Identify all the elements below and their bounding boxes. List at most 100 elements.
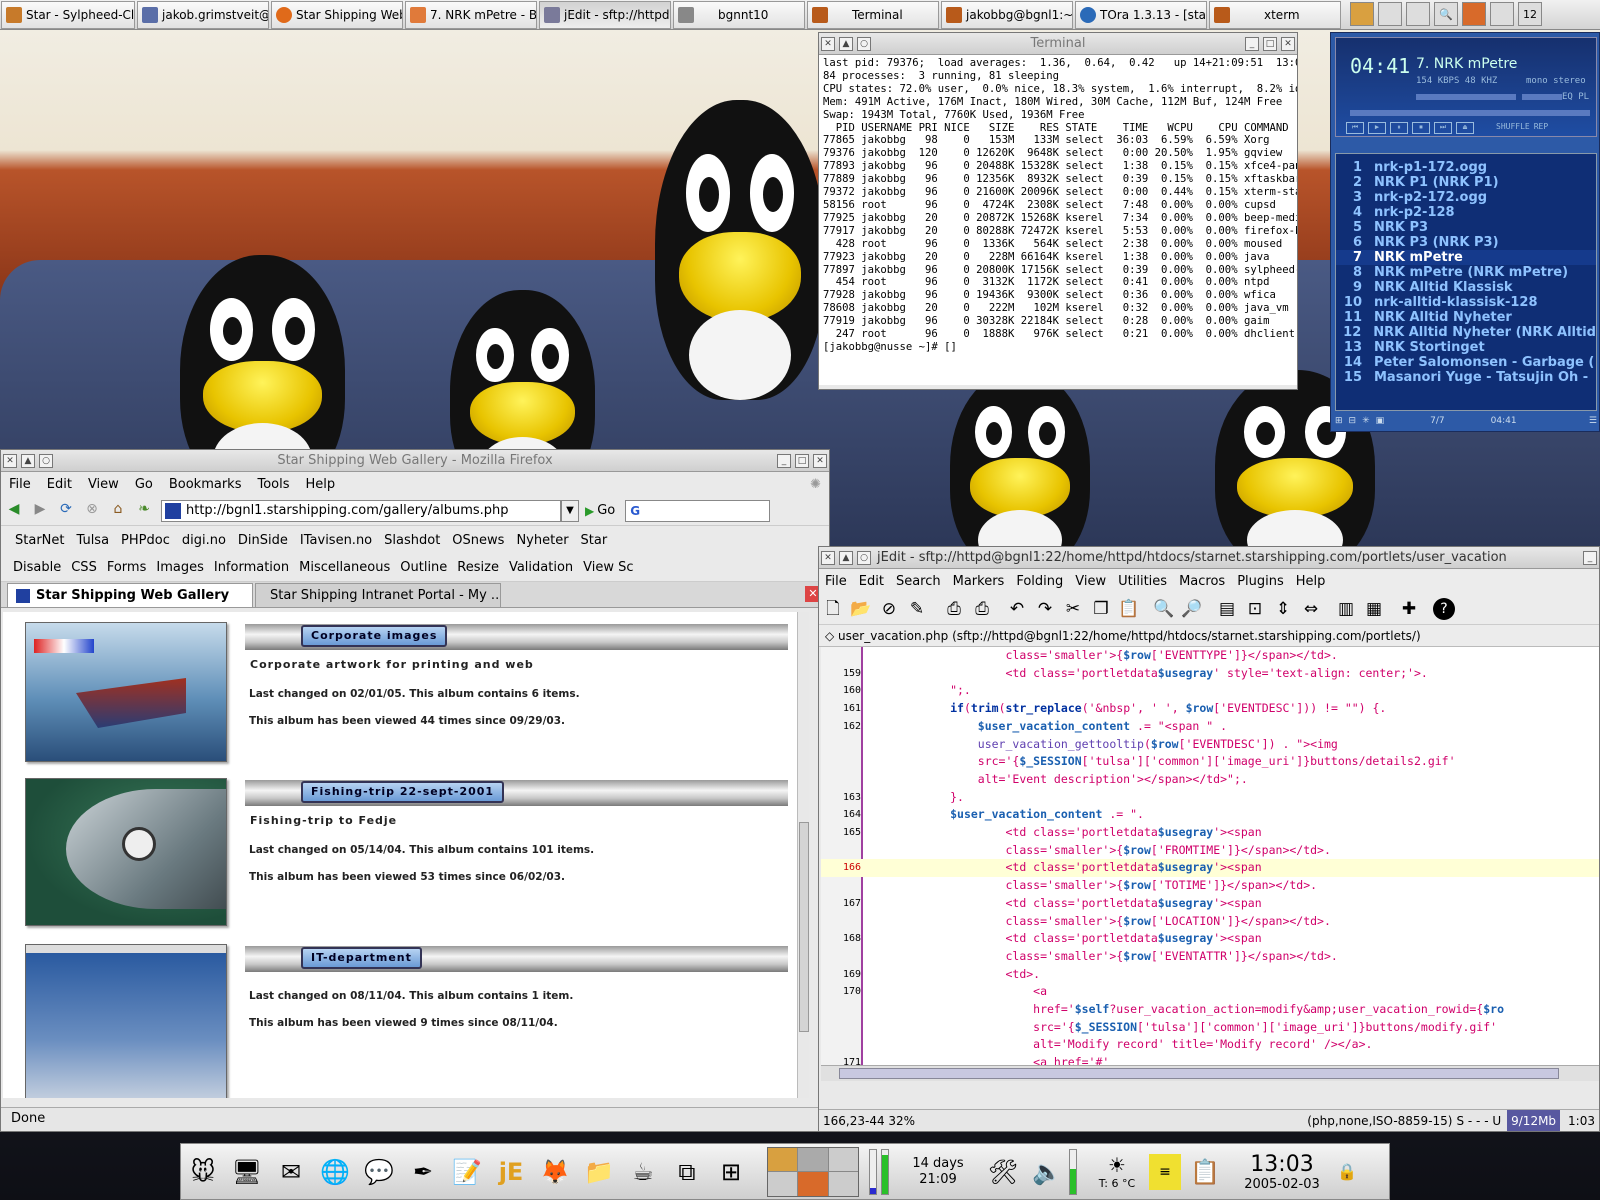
menu-edit[interactable]: Edit	[47, 477, 72, 492]
repeat-button[interactable]: REP	[1534, 122, 1548, 134]
webdev-information[interactable]: Information	[214, 560, 289, 575]
task-jedit[interactable]: jEdit - sftp://httpd	[539, 1, 671, 29]
task-bgnnt10[interactable]: bgnnt10	[673, 1, 805, 29]
speaker-icon[interactable]: 🔈	[1027, 1150, 1067, 1194]
select-icon[interactable]: ✳	[1362, 416, 1370, 426]
album-thumbnail-fish[interactable]	[25, 778, 227, 926]
pen-icon[interactable]: ✒	[403, 1150, 443, 1194]
webdev-resize[interactable]: Resize	[457, 560, 499, 575]
stop-button[interactable]: ⏹	[1412, 122, 1430, 134]
shuffle-button[interactable]: SHUFFLE	[1496, 122, 1530, 134]
album-title-link[interactable]: IT-department	[301, 947, 422, 969]
remove-icon[interactable]: ⊟	[1349, 416, 1357, 426]
code-line[interactable]: class='smaller'>{$row['LOCATION']}</span…	[821, 913, 1599, 931]
webdev-validation[interactable]: Validation	[509, 560, 573, 575]
balance-slider[interactable]	[1522, 94, 1562, 100]
code-line[interactable]: 166 <td class='portletdata$usegray'><spa…	[821, 859, 1599, 878]
settings-tools-icon[interactable]: 🛠	[983, 1150, 1023, 1194]
edit-icon[interactable]: ✎	[906, 598, 928, 620]
terminal-titlebar[interactable]: ✕ ▲ ○ Terminal _ □ ✕	[819, 33, 1297, 55]
webdev-forms[interactable]: Forms	[107, 560, 147, 575]
split-icon[interactable]: ▤	[1216, 598, 1238, 620]
webdev-view-source[interactable]: View Sc	[583, 560, 633, 575]
code-line[interactable]: class='smaller'>{$row['EVENTATTR']}</spa…	[821, 948, 1599, 966]
code-line[interactable]: 160 ";.	[821, 682, 1599, 700]
close-button[interactable]: ✕	[1281, 36, 1295, 51]
task-firefox[interactable]: Star Shipping Web	[271, 1, 403, 29]
code-line[interactable]: 168 <td class='portletdata$usegray'><spa…	[821, 930, 1599, 948]
playlist-item[interactable]: 11 NRK Alltid Nyheter	[1336, 310, 1596, 325]
maximize-button[interactable]: □	[1263, 36, 1277, 51]
code-line[interactable]: user_vacation_gettooltip($row['EVENTDESC…	[821, 736, 1599, 754]
bookmark-itavisen[interactable]: ITavisen.no	[300, 533, 372, 548]
webdev-images[interactable]: Images	[156, 560, 204, 575]
plugin-manager-icon[interactable]: ✚	[1398, 598, 1420, 620]
playlist-item[interactable]: 13 NRK Stortinget	[1336, 340, 1596, 355]
close-file-icon[interactable]: ⊘	[878, 598, 900, 620]
sticky-button[interactable]: ○	[857, 550, 871, 565]
java-icon[interactable]: ☕	[623, 1150, 663, 1194]
code-line[interactable]: 164 $user_vacation_content .= ".	[821, 806, 1599, 824]
maximize-button[interactable]: □	[795, 453, 809, 468]
code-line[interactable]: 169 <td>.	[821, 966, 1599, 984]
code-line[interactable]: href='$self?user_vacation_action=modify&…	[821, 1001, 1599, 1019]
tab-gallery[interactable]: Star Shipping Web Gallery	[7, 583, 253, 607]
xfce-menu-icon[interactable]: 🐭	[183, 1150, 223, 1194]
window-menu-button[interactable]: ✕	[3, 453, 17, 468]
window-menu-button[interactable]: ✕	[821, 550, 835, 565]
tray-app-icon[interactable]	[1350, 2, 1374, 26]
menu-plugins[interactable]: Plugins	[1237, 574, 1284, 589]
window-list-icon[interactable]	[1406, 2, 1430, 26]
code-line[interactable]: src='{$_SESSION['tulsa']['common']['imag…	[821, 1019, 1599, 1037]
bookmark-dinside[interactable]: DinSide	[238, 533, 288, 548]
firefox-launcher-icon[interactable]: 🦊	[535, 1150, 575, 1194]
menu-search[interactable]: Search	[896, 574, 941, 589]
tab-portal[interactable]: Star Shipping Intranet Portal - My ...	[255, 583, 501, 607]
task-sylpheed[interactable]: Star - Sylpheed-Cl	[1, 1, 135, 29]
code-line[interactable]: alt='Event description'></span></td>";.	[821, 771, 1599, 789]
forward-icon[interactable]: ▶	[29, 501, 51, 521]
code-line[interactable]: 165 <td class='portletdata$usegray'><spa…	[821, 824, 1599, 842]
playlist-item[interactable]: 14 Peter Salomonsen - Garbage (	[1336, 355, 1596, 370]
workspace-2[interactable]	[798, 1147, 828, 1171]
code-line[interactable]: 163 }.	[821, 789, 1599, 807]
eject-button[interactable]: ⏏	[1456, 122, 1474, 134]
global-options-icon[interactable]: ▦	[1363, 598, 1385, 620]
reload-icon[interactable]: ⟳	[55, 501, 77, 521]
chat-icon[interactable]: 💬	[359, 1150, 399, 1194]
jedit-launcher-icon[interactable]: jE	[491, 1150, 531, 1194]
windows-icon[interactable]: ⊞	[711, 1150, 751, 1194]
menu-view[interactable]: View	[88, 477, 119, 492]
play-button[interactable]: ▶	[1368, 122, 1386, 134]
code-line[interactable]: src='{$_SESSION['tulsa']['common']['imag…	[821, 753, 1599, 771]
bookmark-folder-star[interactable]: Star	[581, 533, 608, 548]
help-icon[interactable]: ?	[1433, 597, 1455, 620]
playlist-item[interactable]: 4 nrk-p2-128	[1336, 205, 1596, 220]
go-icon[interactable]: ▶	[585, 504, 594, 518]
paste-icon[interactable]: 📋	[1118, 598, 1140, 620]
redo-icon[interactable]: ↷	[1034, 598, 1056, 620]
menu-go[interactable]: Go	[135, 477, 153, 492]
open-file-icon[interactable]: 📂	[850, 598, 872, 620]
playlist-item[interactable]: 8 NRK mPetre (NRK mPetre)	[1336, 265, 1596, 280]
shade-button[interactable]: ▲	[839, 36, 853, 51]
menu-view[interactable]: View	[1075, 574, 1106, 589]
split-horizontal-icon[interactable]: ⇕	[1272, 598, 1294, 620]
horizontal-scrollbar[interactable]	[821, 1065, 1599, 1081]
playlist-item[interactable]: 6 NRK P3 (NRK P3)	[1336, 235, 1596, 250]
code-line[interactable]: 161 if(trim(str_replace('&nbsp', ' ', $r…	[821, 700, 1599, 718]
close-button[interactable]: ✕	[813, 453, 827, 468]
playlist-item[interactable]: 5 NRK P3	[1336, 220, 1596, 235]
print-icon[interactable]: ⎙	[943, 598, 965, 620]
menu-folding[interactable]: Folding	[1016, 574, 1063, 589]
unsplit-icon[interactable]: ⊡	[1244, 598, 1266, 620]
playlist-item[interactable]: 2 NRK P1 (NRK P1)	[1336, 175, 1596, 190]
task-terminal[interactable]: Terminal	[807, 1, 939, 29]
scrollbar-thumb[interactable]	[839, 1068, 1559, 1079]
next-button[interactable]: ⏭	[1434, 122, 1452, 134]
code-line[interactable]: alt='Modify record' title='Modify record…	[821, 1036, 1599, 1054]
panel-clock[interactable]: 13:03 2005-02-03	[1227, 1152, 1337, 1192]
task-mail-compose[interactable]: jakob.grimstveit@	[137, 1, 269, 29]
menu-macros[interactable]: Macros	[1179, 574, 1225, 589]
back-icon[interactable]: ◀	[3, 501, 25, 521]
